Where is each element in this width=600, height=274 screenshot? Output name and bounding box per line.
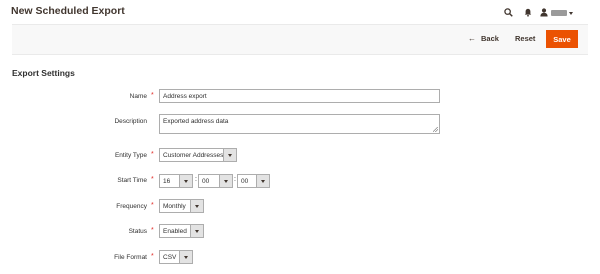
entity-type-select[interactable]: Customer Addresses	[159, 148, 237, 162]
page-header: New Scheduled Export	[0, 0, 600, 24]
save-button[interactable]: Save	[546, 30, 578, 48]
chevron-down-icon	[223, 149, 236, 161]
description-label: Description	[114, 118, 147, 125]
start-second-value: 00	[241, 177, 249, 185]
status-value: Enabled	[163, 227, 187, 235]
start-minute-select[interactable]: 00	[198, 174, 233, 188]
required-marker: *	[151, 176, 154, 183]
required-marker: *	[151, 151, 154, 158]
bell-icon[interactable]	[520, 4, 536, 20]
search-icon[interactable]	[500, 4, 516, 20]
description-textarea[interactable]: Exported address data	[159, 114, 440, 134]
time-separator: :	[195, 176, 197, 183]
chevron-down-icon	[219, 175, 232, 187]
file-format-label: File Format	[114, 254, 147, 261]
start-second-select[interactable]: 00	[237, 174, 270, 188]
name-input[interactable]: Address export	[159, 89, 440, 103]
user-name-redacted	[551, 10, 567, 16]
chevron-down-icon	[569, 11, 573, 15]
back-button-label: Back	[481, 34, 499, 43]
status-label: Status	[128, 228, 147, 235]
chevron-down-icon	[190, 225, 203, 237]
resize-grip-icon[interactable]	[433, 127, 438, 132]
page-title: New Scheduled Export	[11, 5, 125, 17]
section-title: Export Settings	[12, 68, 75, 78]
file-format-select[interactable]: CSV	[159, 250, 193, 264]
user-menu[interactable]	[540, 4, 588, 22]
required-marker: *	[151, 202, 154, 209]
user-icon	[540, 4, 548, 22]
start-time-label: Start Time	[117, 177, 147, 184]
entity-type-label: Entity Type	[114, 152, 147, 159]
chevron-down-icon	[179, 175, 192, 187]
name-label: Name	[129, 93, 147, 100]
start-hour-select[interactable]: 16	[159, 174, 193, 188]
frequency-select[interactable]: Monthly	[159, 199, 204, 213]
status-select[interactable]: Enabled	[159, 224, 204, 238]
page-actions-toolbar: ← Back Reset Save	[12, 24, 588, 55]
description-value: Exported address data	[163, 118, 229, 125]
start-minute-value: 00	[202, 177, 210, 185]
arrow-left-icon: ←	[468, 34, 476, 43]
required-marker: *	[151, 92, 154, 99]
required-marker: *	[151, 253, 154, 260]
back-button[interactable]: ← Back	[468, 34, 499, 43]
file-format-value: CSV	[163, 253, 177, 261]
chevron-down-icon	[179, 251, 192, 263]
entity-type-value: Customer Addresses	[163, 151, 224, 159]
reset-button[interactable]: Reset	[515, 34, 535, 43]
chevron-down-icon	[190, 200, 203, 212]
time-separator: :	[234, 176, 236, 183]
chevron-down-icon	[256, 175, 269, 187]
start-hour-value: 16	[163, 177, 171, 185]
required-marker: *	[151, 227, 154, 234]
frequency-label: Frequency	[116, 203, 147, 210]
frequency-value: Monthly	[163, 202, 186, 210]
